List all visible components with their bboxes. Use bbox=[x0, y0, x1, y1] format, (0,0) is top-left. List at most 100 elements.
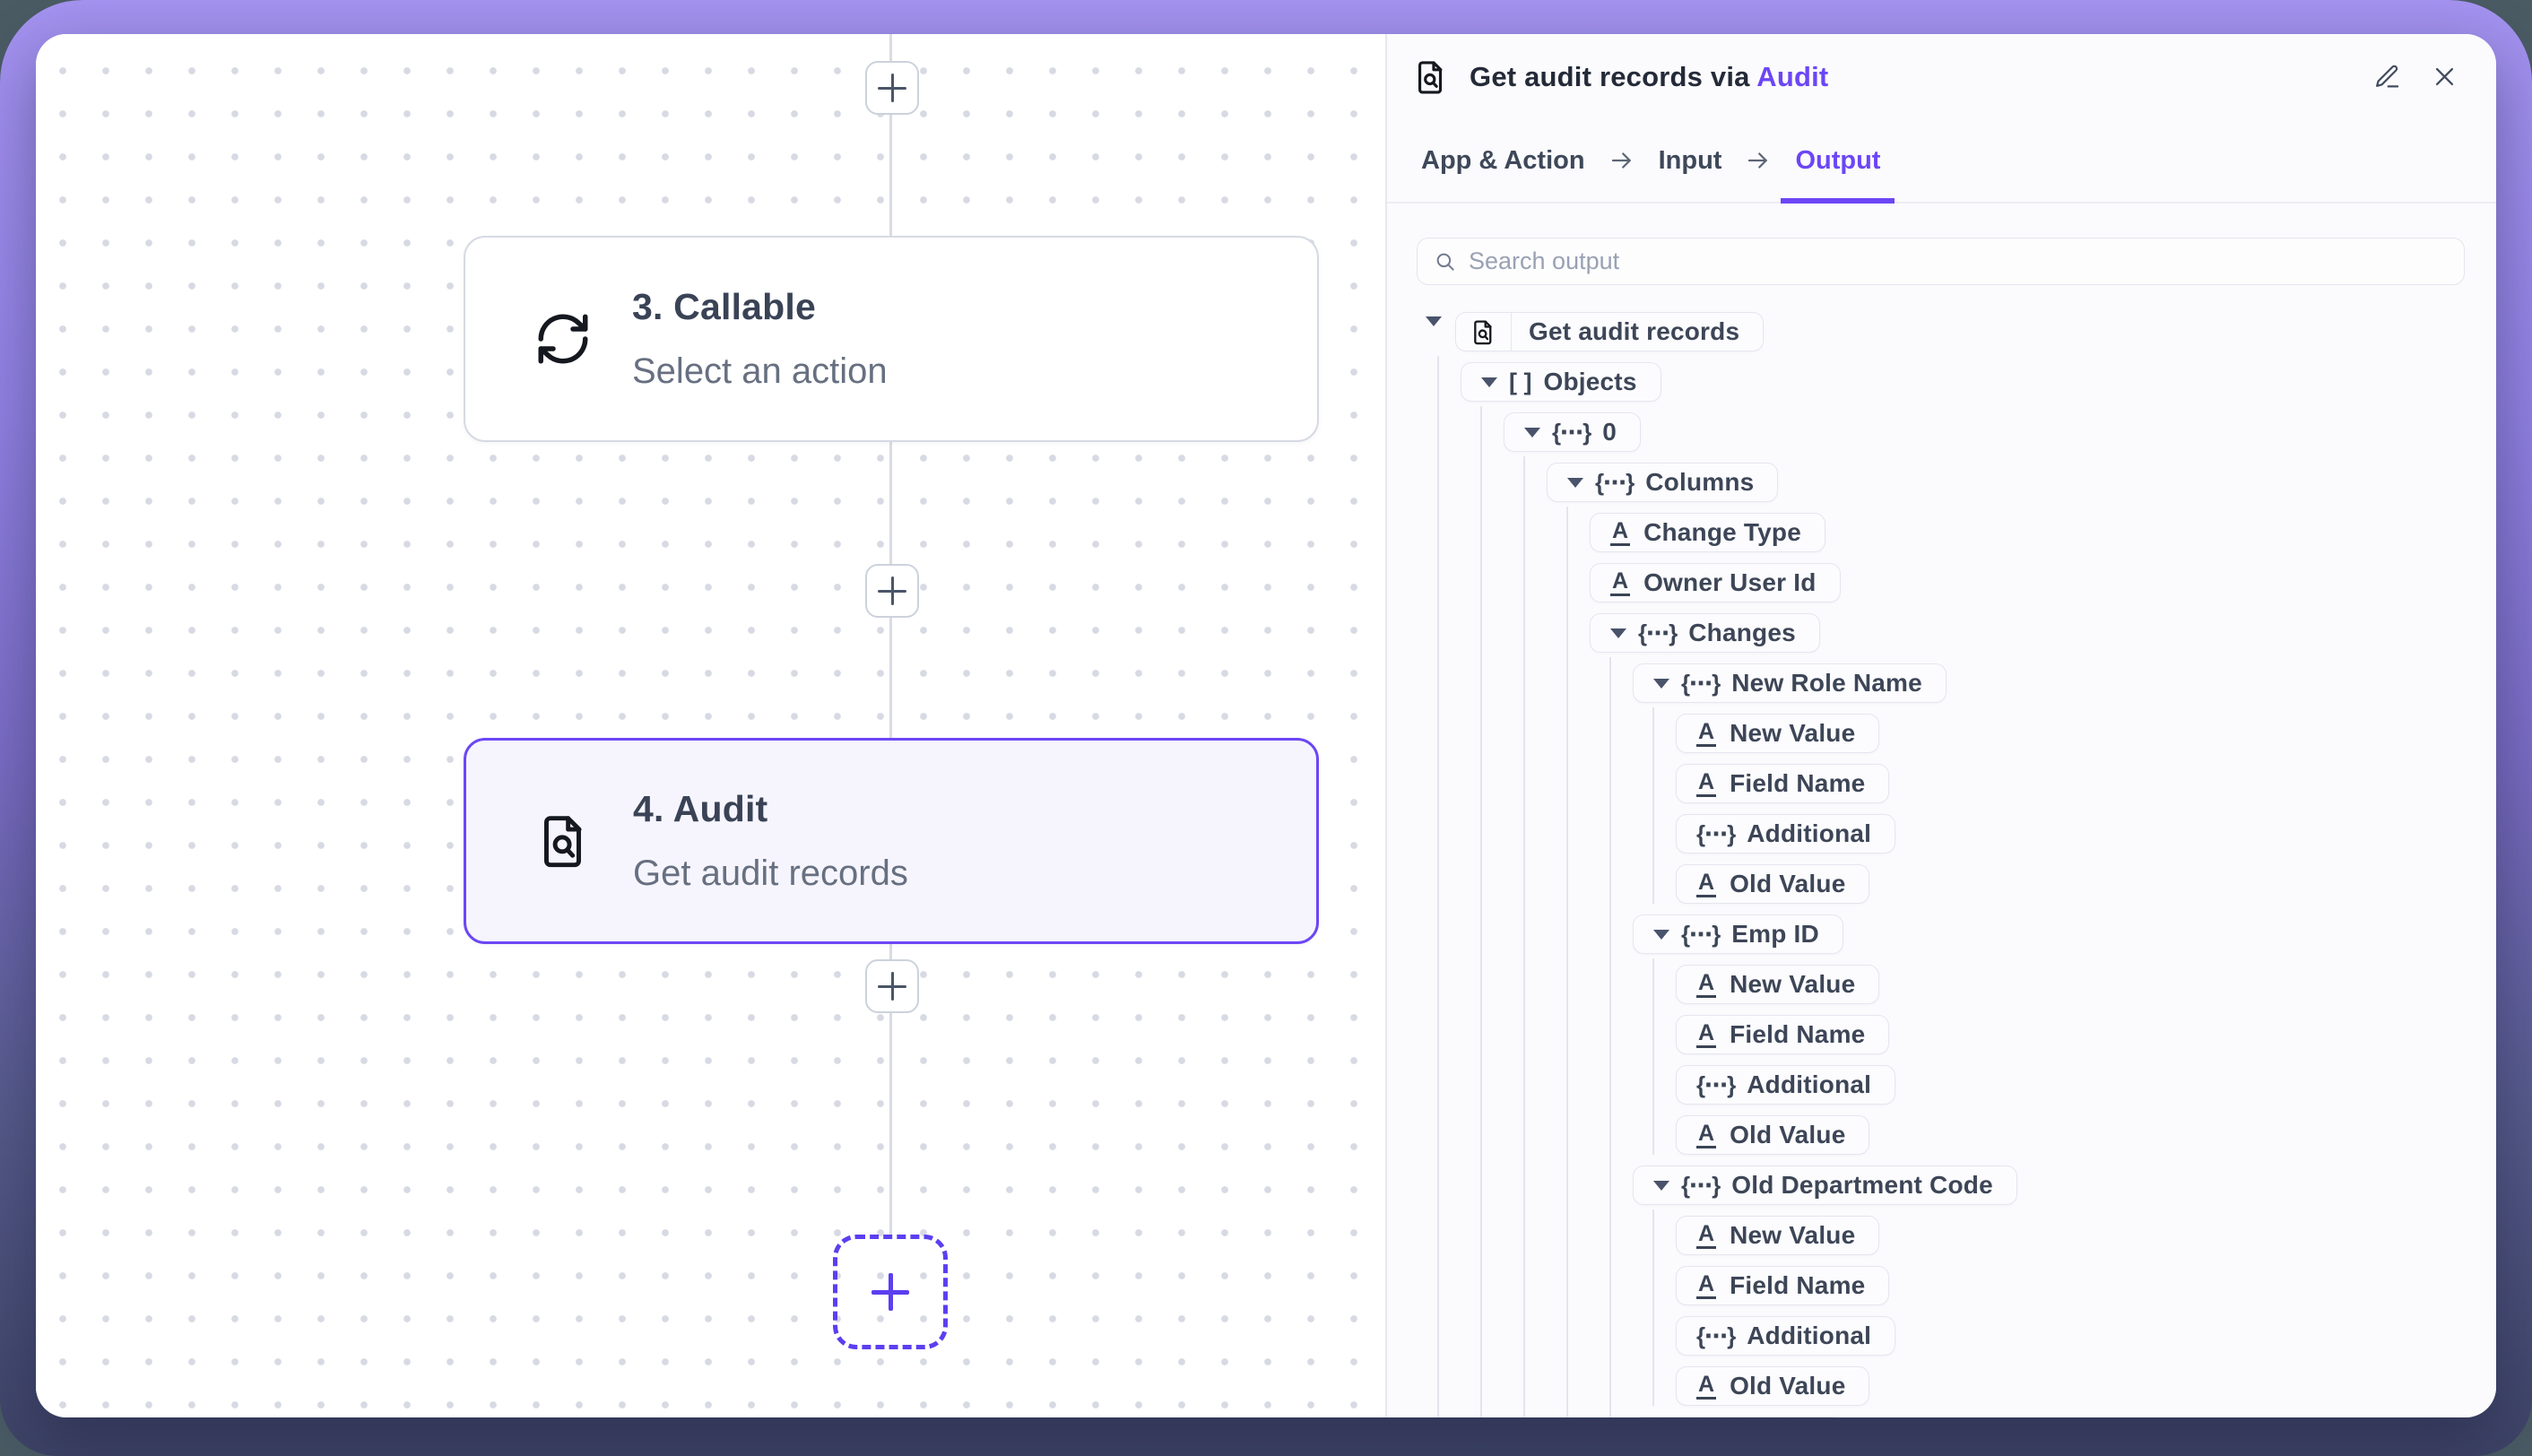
tree-node-label: Additional bbox=[1747, 819, 1871, 848]
object-icon: {⋯} bbox=[1552, 419, 1591, 446]
array-icon: [ ] bbox=[1509, 368, 1531, 396]
text-type-icon: A bbox=[1696, 1122, 1716, 1148]
text-type-icon: A bbox=[1696, 1374, 1716, 1400]
tree-row-get-audit-records: Get audit records bbox=[1455, 312, 1764, 351]
text-type-icon: A bbox=[1696, 721, 1716, 747]
tree-node-label: Field Name bbox=[1730, 769, 1865, 798]
tree-node-label: Change Type bbox=[1643, 518, 1801, 547]
tree-node-changes[interactable]: {⋯} Changes bbox=[1590, 613, 1820, 653]
refresh-cw-icon bbox=[533, 309, 593, 368]
tree-node-new-value[interactable]: ANew Value bbox=[1676, 965, 1879, 1004]
tree-node-owner-user-id[interactable]: AOwner User Id bbox=[1590, 563, 1841, 602]
caret-down-icon bbox=[1567, 478, 1583, 488]
tree-row-field-name: AField Name bbox=[1676, 1015, 1889, 1054]
tree-node-objects[interactable]: [ ] Objects bbox=[1461, 362, 1661, 402]
tree-node-0[interactable]: {⋯} 0 bbox=[1504, 412, 1641, 452]
tree-row-additional: {⋯}Additional bbox=[1676, 1065, 1895, 1105]
tree-row-owner-user-id: AOwner User Id bbox=[1590, 563, 1841, 602]
tree-node-label: New Value bbox=[1730, 1221, 1855, 1250]
object-icon: {⋯} bbox=[1696, 1071, 1735, 1099]
object-icon: {⋯} bbox=[1638, 620, 1677, 647]
tree-row-columns: {⋯}Columns bbox=[1547, 463, 1778, 502]
tree-node-label: Changes bbox=[1688, 619, 1796, 647]
tree-guide-line bbox=[1480, 406, 1482, 1417]
tree-guide-line bbox=[1566, 507, 1568, 1417]
tree-node-label: Old Value bbox=[1730, 1121, 1845, 1149]
tree-row-emp-id: {⋯} Emp ID bbox=[1633, 914, 1843, 954]
workflow-node-callable[interactable]: 3. Callable Select an action bbox=[464, 236, 1319, 442]
tree-node-old-value[interactable]: A Old Value bbox=[1676, 864, 1869, 904]
tree-node-field-name[interactable]: AField Name bbox=[1676, 1015, 1889, 1054]
caret-down-icon[interactable] bbox=[1426, 326, 1442, 342]
tree-node-emp-id[interactable]: {⋯} Emp ID bbox=[1633, 914, 1843, 954]
tree-node-label: Field Name bbox=[1730, 1271, 1865, 1300]
tree-node-label: 0 bbox=[1602, 418, 1617, 446]
tree-row-new-value: ANew Value bbox=[1676, 965, 1879, 1004]
tree-node-label: Emp ID bbox=[1731, 920, 1819, 949]
tree-row-old-value: AOld Value bbox=[1676, 1366, 1869, 1406]
step-detail-panel: Get audit records via Audit App & Action bbox=[1387, 34, 2496, 1417]
tree-node-label: Old Department Code bbox=[1731, 1171, 1993, 1200]
desktop-backdrop: 3. Callable Select an action 4. Audit Ge… bbox=[0, 0, 2532, 1456]
app-window: 3. Callable Select an action 4. Audit Ge… bbox=[36, 34, 2496, 1417]
tree-node-new-role-name[interactable]: {⋯}New Role Name bbox=[1633, 663, 1947, 703]
plus-icon bbox=[871, 1273, 909, 1311]
tree-row-0: {⋯} 0 bbox=[1504, 412, 1641, 452]
tree-row-old-value: A Old Value bbox=[1676, 864, 1869, 904]
tree-node-label: Old Value bbox=[1730, 870, 1845, 898]
tree-node-new-value[interactable]: ANew Value bbox=[1676, 714, 1879, 753]
object-icon: {⋯} bbox=[1595, 469, 1634, 497]
tree-row-additional: {⋯}Additional bbox=[1676, 814, 1895, 854]
tree-guide-line bbox=[1652, 707, 1654, 904]
tree-node-change-type[interactable]: A Change Type bbox=[1590, 513, 1825, 552]
tree-node-get-audit-records[interactable]: Get audit records bbox=[1455, 312, 1764, 351]
tree-row-field-name: AField Name bbox=[1676, 764, 1889, 803]
tree-guide-line bbox=[1523, 456, 1525, 1417]
tree-node-label: Objects bbox=[1543, 368, 1636, 396]
plus-icon bbox=[878, 576, 906, 605]
tree-node-field-name[interactable]: AField Name bbox=[1676, 764, 1889, 803]
tree-row-changes: {⋯} Changes bbox=[1590, 613, 1820, 653]
text-type-icon: A bbox=[1610, 570, 1630, 596]
tree-node-additional[interactable]: {⋯}Additional bbox=[1676, 814, 1895, 854]
node-action-label: Get audit records bbox=[633, 854, 908, 894]
text-type-icon: A bbox=[1610, 520, 1630, 546]
tree-guide-line bbox=[1652, 958, 1654, 1155]
plus-icon bbox=[878, 74, 906, 102]
tree-row-new-value: ANew Value bbox=[1676, 714, 1879, 753]
add-step-after-audit-button[interactable] bbox=[865, 959, 919, 1013]
plus-icon bbox=[878, 972, 906, 1001]
tree-guide-line bbox=[1652, 1209, 1654, 1406]
tree-node-label: Additional bbox=[1747, 1322, 1871, 1350]
tree-node-old-value[interactable]: AOld Value bbox=[1676, 1366, 1869, 1406]
output-tree: Get audit records [ ] Objects {⋯} 0 {⋯}Column… bbox=[1387, 34, 2496, 1417]
tree-node-label: New Role Name bbox=[1731, 669, 1922, 698]
node-action-label: Select an action bbox=[632, 351, 888, 392]
caret-down-icon bbox=[1653, 1181, 1669, 1191]
tree-node-new-value[interactable]: ANew Value bbox=[1676, 1216, 1879, 1255]
tree-node-old-department-code[interactable]: {⋯}Old Department Code bbox=[1633, 1166, 2017, 1205]
tree-row-old-department-code: {⋯}Old Department Code bbox=[1633, 1166, 2017, 1205]
tree-node-field-name[interactable]: AField Name bbox=[1676, 1266, 1889, 1305]
tree-row-old-value: A Old Value bbox=[1676, 1115, 1869, 1155]
connector-line bbox=[889, 34, 892, 1235]
workflow-node-audit[interactable]: 4. Audit Get audit records bbox=[464, 738, 1319, 944]
tree-node-old-value[interactable]: A Old Value bbox=[1676, 1115, 1869, 1155]
tree-guide-line bbox=[1437, 356, 1439, 1417]
object-icon: {⋯} bbox=[1696, 1322, 1735, 1350]
add-step-top-button[interactable] bbox=[865, 61, 919, 115]
text-type-icon: A bbox=[1696, 871, 1716, 897]
tree-row-objects: [ ] Objects bbox=[1461, 362, 1661, 402]
add-step-end-button[interactable] bbox=[833, 1235, 948, 1349]
workflow-canvas[interactable]: 3. Callable Select an action 4. Audit Ge… bbox=[36, 34, 1387, 1417]
tree-row-new-role-name: {⋯}New Role Name bbox=[1633, 663, 1947, 703]
tree-node-additional[interactable]: {⋯}Additional bbox=[1676, 1065, 1895, 1105]
object-icon: {⋯} bbox=[1681, 921, 1720, 949]
add-step-between-button[interactable] bbox=[865, 564, 919, 618]
tree-node-label: New Value bbox=[1730, 970, 1855, 999]
file-search-icon bbox=[534, 811, 594, 871]
tree-node-label: Get audit records bbox=[1529, 317, 1739, 346]
caret-down-icon bbox=[1610, 628, 1626, 638]
tree-node-columns[interactable]: {⋯}Columns bbox=[1547, 463, 1778, 502]
tree-node-additional[interactable]: {⋯} Additional bbox=[1676, 1316, 1895, 1356]
